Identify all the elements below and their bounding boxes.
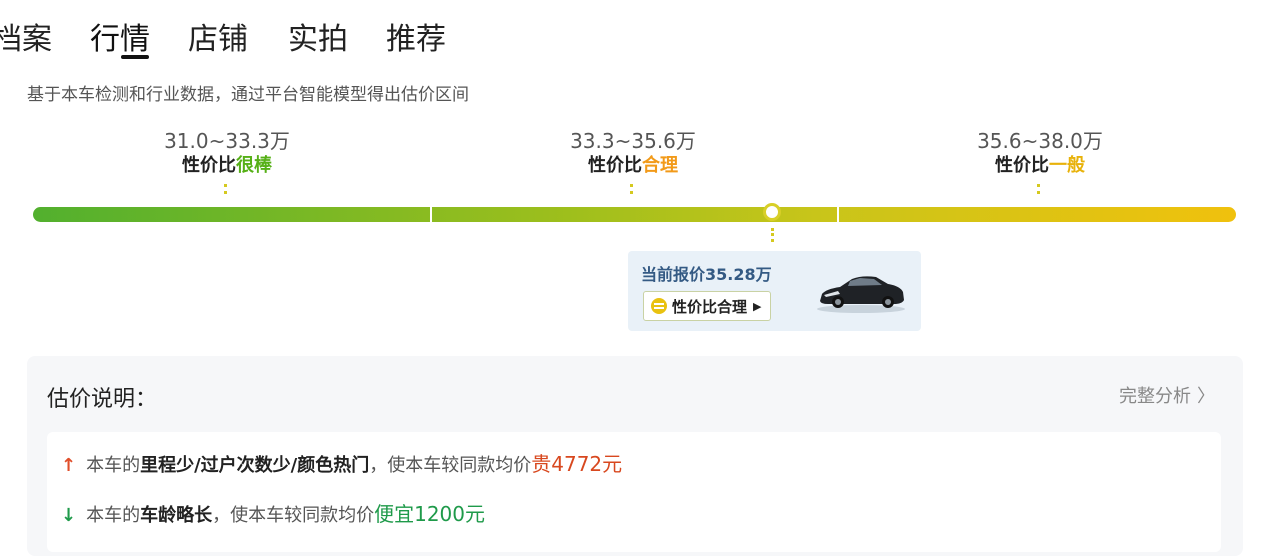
play-arrow-icon: ▶: [753, 299, 762, 313]
price-range-bar: [33, 207, 1236, 222]
value-rating-badge[interactable]: 性价比合理 ▶: [643, 291, 772, 321]
bar-divider: [837, 207, 839, 222]
price-difference: 贵4772元: [531, 452, 623, 476]
range-price: 35.6~38.0万: [977, 129, 1103, 153]
reason-list: ↑ 本车的里程少/过户次数少/颜色热门，使本车较同款均价贵4772元 ↓ 本车的车龄…: [47, 432, 1221, 552]
tab-photos[interactable]: 实拍: [288, 14, 348, 58]
current-quote-text: 当前报价35.28万: [641, 265, 772, 284]
range-pointer: [1037, 184, 1043, 194]
range-price: 31.0~33.3万: [164, 129, 290, 153]
range-label: 性价比很棒: [182, 155, 272, 176]
active-tab-indicator: [121, 55, 149, 59]
range-rating: 合理: [642, 155, 678, 176]
range-pointer: [630, 184, 636, 194]
range-rating: 一般: [1049, 155, 1085, 176]
panel-title: 估价说明：: [47, 387, 158, 412]
current-quote-card: 当前报价35.28万 性价比合理 ▶: [628, 251, 921, 331]
smile-icon: [651, 298, 667, 314]
valuation-explanation-panel: 估价说明： 完整分析〉 ↑ 本车的里程少/过户次数少/颜色热门，使本车较同款均价贵…: [27, 356, 1243, 556]
badge-label: 性价比合理: [672, 297, 748, 316]
range-average: 35.6~38.0万 性价比一般: [930, 128, 1150, 194]
range-label: 性价比一般: [995, 155, 1085, 176]
range-great: 31.0~33.3万 性价比很棒: [117, 128, 337, 194]
bar-divider: [430, 207, 432, 222]
car-photo: [817, 276, 905, 313]
tab-market[interactable]: 行情: [90, 14, 150, 58]
range-fair: 33.3~35.6万 性价比合理: [523, 128, 743, 194]
range-pointer: [224, 184, 230, 194]
valuation-description: 基于本车检测和行业数据，通过平台智能模型得出估价区间: [27, 85, 469, 105]
range-label: 性价比合理: [588, 155, 678, 176]
arrow-up-icon: ↑: [61, 455, 77, 476]
current-price-marker: [763, 203, 781, 221]
price-difference: 便宜1200元: [374, 502, 485, 526]
range-rating: 很棒: [236, 155, 272, 176]
tab-recommend[interactable]: 推荐: [386, 14, 446, 58]
arrow-down-icon: ↓: [61, 505, 77, 526]
range-price: 33.3~35.6万: [570, 129, 696, 153]
marker-pointer: [771, 228, 777, 242]
reason-item: ↓ 本车的车龄略长，使本车较同款均价便宜1200元: [61, 502, 485, 526]
full-analysis-link[interactable]: 完整分析〉: [1119, 382, 1215, 408]
chevron-right-icon: 〉: [1197, 386, 1215, 407]
reason-item: ↑ 本车的里程少/过户次数少/颜色热门，使本车较同款均价贵4772元: [61, 452, 623, 476]
tab-archive[interactable]: 档案: [0, 14, 52, 58]
tab-store[interactable]: 店铺: [188, 14, 248, 58]
